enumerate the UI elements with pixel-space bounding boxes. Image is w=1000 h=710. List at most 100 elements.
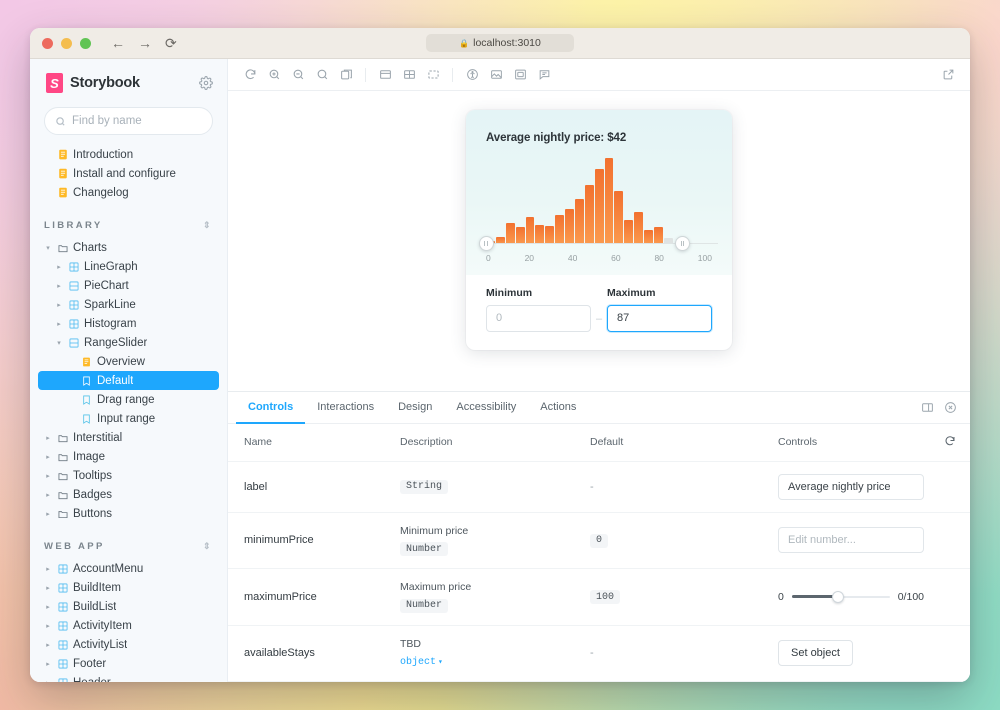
grid-icon[interactable] [373,63,397,87]
url-bar[interactable]: 🔒 localhost:3010 [426,34,574,52]
close-window-button[interactable] [42,38,53,49]
close-circle-icon[interactable] [939,392,962,423]
tab-design[interactable]: Design [386,392,444,423]
histogram-bar [614,191,623,244]
sidebar-item-charts[interactable]: ▾Charts [38,238,219,257]
storybook-brand[interactable]: S Storybook [46,73,140,93]
arg-default-value: - [590,647,594,659]
sidebar-item-label: Header [73,677,111,683]
sidebar-search-wrapper: / [30,93,227,135]
tab-actions[interactable]: Actions [528,392,588,423]
sidebar-header: S Storybook [30,71,227,93]
arg-default-cell: 0 [590,512,778,569]
sidebar-item-activitylist[interactable]: ▸ActivityList [38,635,219,654]
sidebar-item-drag-range[interactable]: Drag range [38,390,219,409]
zoom-reset-icon[interactable] [310,63,334,87]
chevron-right-icon: ▸ [44,641,52,649]
window-traffic-lights [42,38,91,49]
maximize-window-button[interactable] [80,38,91,49]
sidebar-item-default[interactable]: Default [38,371,219,390]
axis-tick-label: 0 [486,253,491,263]
minimum-input[interactable] [486,305,591,332]
slider-thumb[interactable] [832,591,844,603]
sidebar-item-rangeslider[interactable]: ▾RangeSlider [38,333,219,352]
sidebar-item-linegraph[interactable]: ▸LineGraph [38,257,219,276]
minimize-window-button[interactable] [61,38,72,49]
forward-arrow-icon[interactable]: → [138,36,152,50]
outline-icon[interactable] [508,63,532,87]
chevron-right-icon: ▸ [55,282,63,290]
arg-default-cell: - [590,625,778,682]
sidebar-item-buttons[interactable]: ▸Buttons [38,504,219,523]
controls-table-head: Name Description Default Controls [228,424,970,462]
sidebar-item-label: Overview [97,356,145,368]
sidebar-item-badges[interactable]: ▸Badges [38,485,219,504]
arg-description-cell: Maximum priceNumber [400,569,590,626]
reload-icon[interactable]: ⟳ [165,36,177,50]
range-slider[interactable] [792,590,890,604]
zoom-in-icon[interactable] [262,63,286,87]
search-box[interactable]: / [44,107,213,135]
chevron-right-icon: ▸ [44,622,52,630]
sidebar-item-buildlist[interactable]: ▸BuildList [38,597,219,616]
arg-control-cell [778,512,940,569]
sidebar-item-overview[interactable]: Overview [38,352,219,371]
sidebar-item-activityitem[interactable]: ▸ActivityItem [38,616,219,635]
sidebar-section-library: LIBRARY ⇕ [38,212,219,238]
panel-position-icon[interactable] [916,392,939,423]
set-object-button[interactable]: Set object [778,640,853,666]
gear-icon[interactable] [199,76,213,90]
image-snapshot-icon[interactable] [484,63,508,87]
background-icon[interactable] [334,63,358,87]
sidebar-item-accountmenu[interactable]: ▸AccountMenu [38,559,219,578]
tab-controls[interactable]: Controls [236,392,305,423]
tab-interactions[interactable]: Interactions [305,392,386,423]
comments-icon[interactable] [532,63,556,87]
sidebar-item-image[interactable]: ▸Image [38,447,219,466]
sidebar-item-label: Charts [73,242,107,254]
remount-icon[interactable] [238,63,262,87]
sidebar-item-sparkline[interactable]: ▸SparkLine [38,295,219,314]
arg-default-value: - [590,481,594,493]
reset-controls-icon[interactable] [940,424,970,462]
collapse-all-icon[interactable]: ⇕ [203,220,213,231]
story-icon [81,395,92,405]
sidebar-item-changelog[interactable]: Changelog [38,183,219,202]
sidebar-item-header[interactable]: ▸Header [38,673,219,682]
search-input[interactable] [72,115,226,127]
chevron-right-icon: ▸ [55,263,63,271]
sidebar-item-piechart[interactable]: ▸PieChart [38,276,219,295]
measure-icon[interactable] [421,63,445,87]
sidebar-item-tooltips[interactable]: ▸Tooltips [38,466,219,485]
sidebar-item-builditem[interactable]: ▸BuildItem [38,578,219,597]
sidebar-item-interstitial[interactable]: ▸Interstitial [38,428,219,447]
sidebar-item-introduction[interactable]: Introduction [38,145,219,164]
arg-type-chip[interactable]: object▾ [400,655,449,669]
maximum-input[interactable] [607,305,712,332]
open-in-new-icon[interactable] [936,63,960,87]
toolbar-divider [365,68,366,82]
app-body: S Storybook [30,59,970,682]
search-icon [55,116,66,127]
zoom-out-icon[interactable] [286,63,310,87]
back-arrow-icon[interactable]: ← [111,36,125,50]
axis-tick-label: 40 [568,253,577,263]
control-text-input-minimumPrice[interactable] [778,527,924,553]
arg-name-cell: minimumPrice [228,512,400,569]
folder-icon [57,490,68,500]
sidebar-item-input-range[interactable]: Input range [38,409,219,428]
viewport-icon[interactable] [397,63,421,87]
sidebar-item-install-and-configure[interactable]: Install and configure [38,164,219,183]
histogram-bar [624,220,633,244]
sidebar-item-histogram[interactable]: ▸Histogram [38,314,219,333]
accessibility-icon[interactable] [460,63,484,87]
collapse-all-icon[interactable]: ⇕ [203,541,213,552]
range-handle-min[interactable] [479,236,494,251]
tab-accessibility[interactable]: Accessibility [444,392,528,423]
range-handle-max[interactable] [675,236,690,251]
header-description: Description [400,424,590,462]
toolbar-divider [452,68,453,82]
addons-panel: ControlsInteractionsDesignAccessibilityA… [228,391,970,683]
sidebar-item-footer[interactable]: ▸Footer [38,654,219,673]
control-text-input-label[interactable] [778,474,924,500]
